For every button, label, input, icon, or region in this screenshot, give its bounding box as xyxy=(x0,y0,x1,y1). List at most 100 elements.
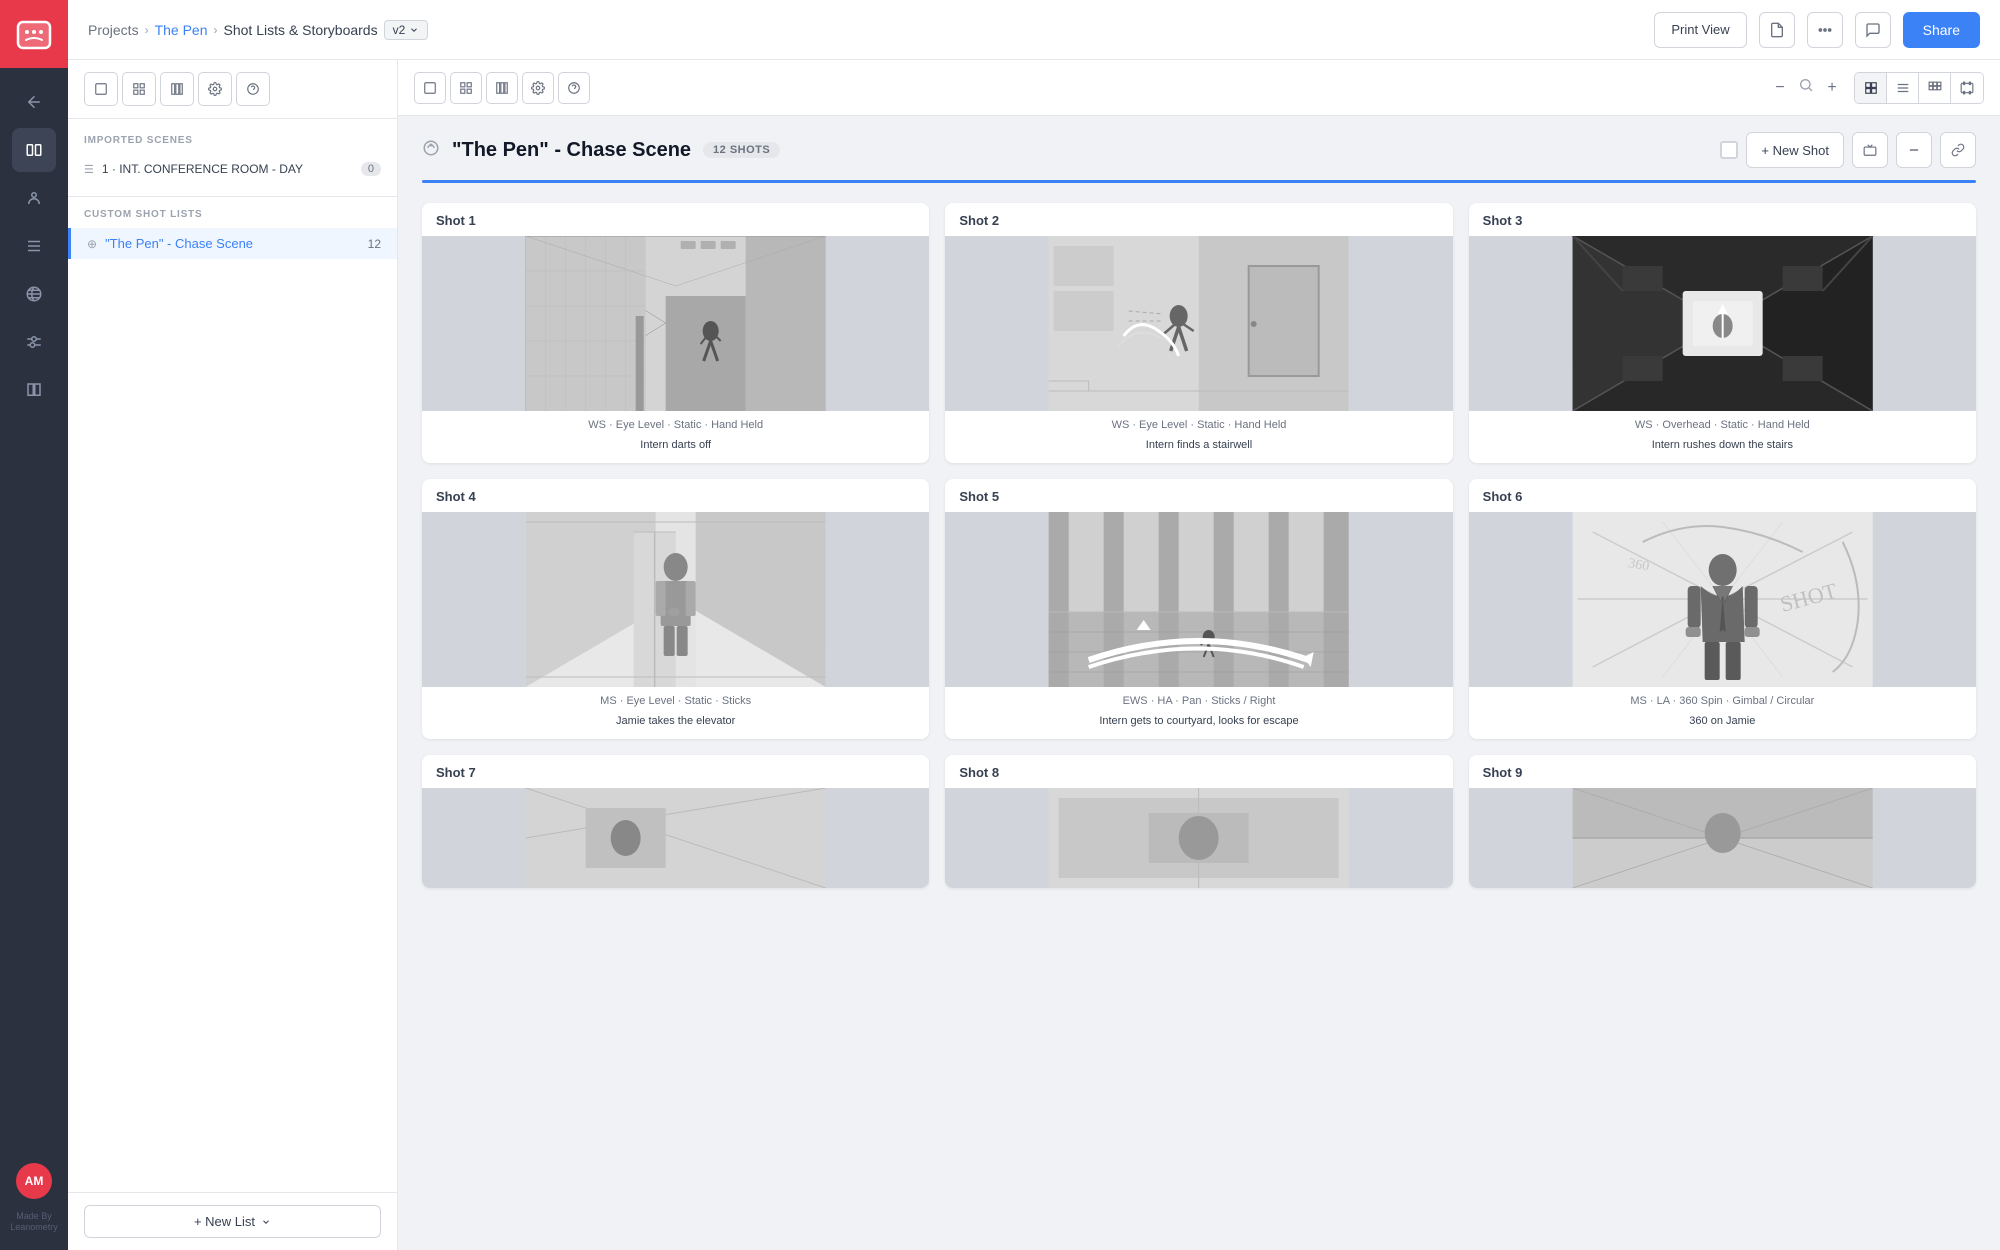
scene-name: 1 · INT. CONFERENCE ROOM - DAY xyxy=(102,162,353,176)
shot-card-2[interactable]: Shot 2 xyxy=(945,203,1452,463)
nav-book[interactable] xyxy=(12,368,56,412)
scene-header-actions: + New Shot xyxy=(1720,132,1976,168)
sidebar-tool-help[interactable] xyxy=(236,72,270,106)
view-toggle-list[interactable] xyxy=(1887,73,1919,103)
shot-9-image xyxy=(1469,788,1976,888)
sidebar-tool-settings[interactable] xyxy=(198,72,232,106)
new-list-button[interactable]: + New List xyxy=(84,1205,381,1238)
shot-8-header: Shot 8 xyxy=(945,755,1452,788)
app-logo[interactable] xyxy=(0,0,68,68)
link-icon-btn[interactable] xyxy=(1940,132,1976,168)
icon-bar-bottom: AM Made By Leanometry xyxy=(10,1163,58,1250)
shot-1-meta: WS · Eye Level · Static · Hand Held xyxy=(422,411,929,435)
shot-1-desc: Intern darts off xyxy=(422,435,929,463)
main-wrapper: Projects › The Pen › Shot Lists & Storyb… xyxy=(68,0,2000,1250)
icon-bar-nav xyxy=(0,68,68,1163)
shot-5-meta: EWS · HA · Pan · Sticks / Right xyxy=(945,687,1452,711)
print-view-button[interactable]: Print View xyxy=(1654,12,1746,48)
view-toggle-grid3[interactable] xyxy=(1919,73,1951,103)
panel-tool-grid4[interactable] xyxy=(450,72,482,104)
panel-toolbar-right: − + xyxy=(1766,72,1984,104)
shot-2-desc: Intern finds a stairwell xyxy=(945,435,1452,463)
shot-7-header: Shot 7 xyxy=(422,755,929,788)
shot-card-7[interactable]: Shot 7 xyxy=(422,755,929,888)
custom-list-count: 12 xyxy=(368,237,381,251)
shot-card-8[interactable]: Shot 8 xyxy=(945,755,1452,888)
custom-shot-list-item[interactable]: ⊕ "The Pen" - Chase Scene 12 xyxy=(68,228,397,259)
breadcrumb-sep1: › xyxy=(145,23,149,37)
nav-more-icon-btn[interactable] xyxy=(1807,12,1843,48)
shot-8-image xyxy=(945,788,1452,888)
shot-card-6[interactable]: Shot 6 xyxy=(1469,479,1976,739)
sidebar-toolbar xyxy=(68,60,397,119)
shots-grid: Shot 1 xyxy=(422,203,1976,888)
shot-4-image xyxy=(422,512,929,687)
custom-shot-lists-title: CUSTOM SHOT LISTS xyxy=(68,209,397,228)
shot-2-image xyxy=(945,236,1452,411)
custom-list-name: "The Pen" - Chase Scene xyxy=(105,236,360,251)
main-panel: − + xyxy=(398,60,2000,1250)
minus-icon-btn[interactable] xyxy=(1896,132,1932,168)
shot-4-header: Shot 4 xyxy=(422,479,929,512)
shot-card-4[interactable]: Shot 4 xyxy=(422,479,929,739)
share-button[interactable]: Share xyxy=(1903,12,1980,48)
shot-6-meta: MS · LA · 360 Spin · Gimbal / Circular xyxy=(1469,687,1976,711)
breadcrumb-pen[interactable]: The Pen xyxy=(155,22,208,38)
scene-badge: 0 xyxy=(361,162,381,176)
shot-card-5[interactable]: Shot 5 xyxy=(945,479,1452,739)
shot-7-image xyxy=(422,788,929,888)
shot-3-desc: Intern rushes down the stairs xyxy=(1469,435,1976,463)
nav-back[interactable] xyxy=(12,80,56,124)
shots-badge: 12 SHOTS xyxy=(703,142,780,158)
shot-3-meta: WS · Overhead · Static · Hand Held xyxy=(1469,411,1976,435)
nav-globe[interactable] xyxy=(12,272,56,316)
view-toggle-group xyxy=(1854,72,1984,104)
new-shot-button[interactable]: + New Shot xyxy=(1746,132,1844,168)
sidebar-tool-grid[interactable] xyxy=(122,72,156,106)
shot-2-header: Shot 2 xyxy=(945,203,1452,236)
breadcrumb-sep2: › xyxy=(214,23,218,37)
breadcrumb-current: Shot Lists & Storyboards xyxy=(224,22,378,38)
panel-toolbar-left xyxy=(414,72,590,104)
shot-card-1[interactable]: Shot 1 xyxy=(422,203,929,463)
panel-tool-help[interactable] xyxy=(558,72,590,104)
nav-comment-icon-btn[interactable] xyxy=(1855,12,1891,48)
panel-tool-settings[interactable] xyxy=(522,72,554,104)
shot-3-header: Shot 3 xyxy=(1469,203,1976,236)
shot-6-desc: 360 on Jamie xyxy=(1469,711,1976,739)
sidebar-divider xyxy=(68,196,397,197)
breadcrumb-projects[interactable]: Projects xyxy=(88,22,139,38)
view-toggle-grid2[interactable] xyxy=(1855,73,1887,103)
shot-card-3[interactable]: Shot 3 xyxy=(1469,203,1976,463)
version-badge[interactable]: v2 xyxy=(384,20,429,40)
zoom-icon xyxy=(1798,77,1814,98)
shot-6-header: Shot 6 xyxy=(1469,479,1976,512)
camera-icon-btn[interactable] xyxy=(1852,132,1888,168)
shot-card-9[interactable]: Shot 9 xyxy=(1469,755,1976,888)
nav-document-icon-btn[interactable] xyxy=(1759,12,1795,48)
sidebar-tool-frame[interactable] xyxy=(84,72,118,106)
select-all-checkbox[interactable] xyxy=(1720,141,1738,159)
sidebar-tool-columns[interactable] xyxy=(160,72,194,106)
avatar[interactable]: AM xyxy=(16,1163,52,1199)
top-nav: Projects › The Pen › Shot Lists & Storyb… xyxy=(68,0,2000,60)
nav-storyboard[interactable] xyxy=(12,128,56,172)
zoom-in-button[interactable]: + xyxy=(1818,74,1846,102)
panel-tool-columns[interactable] xyxy=(486,72,518,104)
shot-5-desc: Intern gets to courtyard, looks for esca… xyxy=(945,711,1452,739)
nav-characters[interactable] xyxy=(12,176,56,220)
scene-title: "The Pen" - Chase Scene xyxy=(452,139,691,162)
shot-6-image: SHOT 360 xyxy=(1469,512,1976,687)
content-area: IMPORTED SCENES ☰ 1 · INT. CONFERENCE RO… xyxy=(68,60,2000,1250)
nav-list[interactable] xyxy=(12,224,56,268)
nav-settings[interactable] xyxy=(12,320,56,364)
shots-grid-container: Shot 1 xyxy=(398,183,2000,1250)
breadcrumb: Projects › The Pen › Shot Lists & Storyb… xyxy=(88,20,1642,40)
zoom-out-button[interactable]: − xyxy=(1766,74,1794,102)
icon-bar: AM Made By Leanometry xyxy=(0,0,68,1250)
view-toggle-film[interactable] xyxy=(1951,73,1983,103)
scene-icon: ☰ xyxy=(84,163,94,176)
panel-tool-frame[interactable] xyxy=(414,72,446,104)
sidebar-scene-item[interactable]: ☰ 1 · INT. CONFERENCE ROOM - DAY 0 xyxy=(68,154,397,184)
sidebar: IMPORTED SCENES ☰ 1 · INT. CONFERENCE RO… xyxy=(68,60,398,1250)
